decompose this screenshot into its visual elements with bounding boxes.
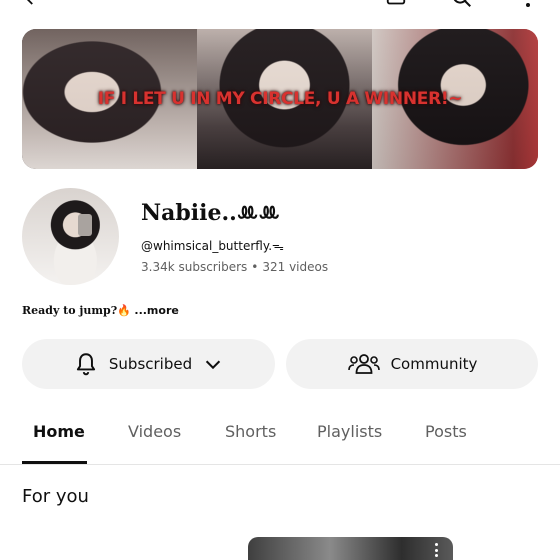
tab-shorts[interactable]: Shorts — [225, 422, 276, 441]
tab-home[interactable]: Home — [33, 422, 85, 441]
community-label: Community — [390, 355, 478, 373]
video-count: 321 videos — [262, 260, 329, 274]
tab-posts[interactable]: Posts — [425, 422, 467, 441]
tab-playlists[interactable]: Playlists — [317, 422, 382, 441]
video-more-icon[interactable] — [435, 543, 439, 557]
channel-banner[interactable]: IF I LET U IN MY CIRCLE, U A WINNER!~ — [22, 29, 538, 169]
top-app-bar — [0, 0, 560, 10]
community-button[interactable]: Community — [286, 339, 538, 389]
channel-avatar[interactable] — [22, 188, 119, 285]
back-arrow-icon[interactable] — [18, 0, 42, 10]
cast-icon[interactable] — [384, 0, 408, 10]
avatar-phone-detail — [78, 214, 92, 236]
channel-description[interactable]: Ready to jump?🔥 ...more — [22, 304, 179, 317]
community-people-icon — [347, 351, 381, 377]
channel-handle: @whimsical_butterfly.ᯓ — [141, 239, 284, 253]
bell-icon — [73, 351, 99, 377]
active-tab-indicator — [22, 461, 87, 464]
search-icon[interactable] — [450, 0, 474, 10]
more-vert-icon[interactable] — [516, 0, 540, 10]
subscribed-label: Subscribed — [108, 355, 193, 373]
banner-tagline: IF I LET U IN MY CIRCLE, U A WINNER!~ — [97, 89, 463, 109]
chevron-down-icon — [202, 353, 224, 375]
stats-separator: • — [251, 260, 259, 274]
subscribed-button[interactable]: Subscribed — [22, 339, 275, 389]
channel-stats: 3.34k subscribers • 321 videos — [141, 260, 328, 274]
for-you-heading: For you — [22, 486, 89, 507]
subscriber-count: 3.34k subscribers — [141, 260, 248, 274]
video-thumbnail[interactable] — [248, 537, 453, 560]
tab-videos[interactable]: Videos — [128, 422, 181, 441]
channel-tabs: Home Videos Shorts Playlists Posts — [0, 410, 560, 465]
description-more-link[interactable]: ...more — [134, 304, 178, 317]
description-text: Ready to jump?🔥 — [22, 304, 131, 317]
channel-name: Nabiie..ꔛꔛ — [141, 200, 281, 226]
